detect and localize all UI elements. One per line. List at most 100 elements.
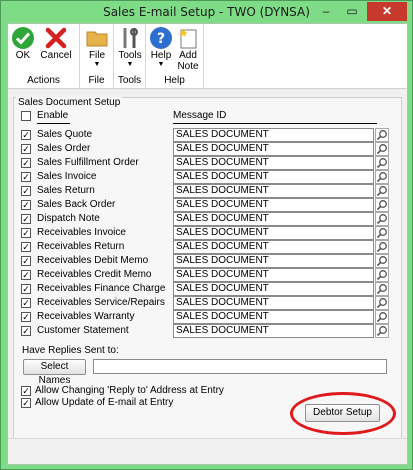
row-enable-checkbox[interactable]: ✓ <box>21 228 31 238</box>
row-lookup-button[interactable] <box>375 212 389 226</box>
magnifier-icon <box>376 200 387 211</box>
tools-menu-button[interactable]: Tools ▼ <box>116 26 144 68</box>
select-names-button[interactable]: Select Names <box>23 359 86 386</box>
row-enable-checkbox[interactable]: ✓ <box>21 158 31 168</box>
row-lookup-button[interactable] <box>375 198 389 212</box>
row-message-id-field[interactable]: SALES DOCUMENT <box>173 254 374 268</box>
help-dropdown-icon: ▼ <box>157 61 165 68</box>
row-message-id-field[interactable]: SALES DOCUMENT <box>173 156 374 170</box>
row-enable-checkbox[interactable]: ✓ <box>21 256 31 266</box>
tools-icon <box>123 28 138 48</box>
row-message-id-field[interactable]: SALES DOCUMENT <box>173 268 374 282</box>
row-lookup-button[interactable] <box>375 296 389 310</box>
minimize-button[interactable]: – <box>313 1 339 21</box>
help-group-label: Help <box>164 75 185 86</box>
magnifier-icon <box>376 228 387 239</box>
row-label: Sales Order <box>37 143 91 154</box>
cancel-button[interactable]: Cancel <box>38 26 74 61</box>
row-lookup-button[interactable] <box>375 254 389 268</box>
enable-header-underline <box>37 123 70 124</box>
row-lookup-button[interactable] <box>375 240 389 254</box>
row-enable-checkbox[interactable]: ✓ <box>21 312 31 322</box>
maximize-button[interactable]: ▭ <box>339 1 365 21</box>
row-label: Receivables Debit Memo <box>37 255 149 266</box>
close-window-button[interactable]: ✕ <box>367 2 407 21</box>
row-message-id-field[interactable]: SALES DOCUMENT <box>173 296 374 310</box>
enable-all-checkbox[interactable] <box>21 111 31 121</box>
sales-email-setup-window: Sales E-mail Setup - TWO (DYNSA) – ▭ ✕ O… <box>0 0 413 470</box>
magnifier-icon <box>376 130 387 141</box>
row-lookup-button[interactable] <box>375 184 389 198</box>
row-label: Receivables Return <box>37 241 125 252</box>
magnifier-icon <box>376 214 387 225</box>
add-note-icon <box>178 28 197 49</box>
ribbon-group-file: File ▼ File <box>80 24 114 88</box>
row-lookup-button[interactable] <box>375 268 389 282</box>
ok-check-icon <box>12 27 34 49</box>
row-enable-checkbox[interactable]: ✓ <box>21 214 31 224</box>
row-message-id-field[interactable]: SALES DOCUMENT <box>173 324 374 338</box>
row-label: Sales Fulfillment Order <box>37 157 139 168</box>
file-group-label: File <box>88 75 105 86</box>
row-lookup-button[interactable] <box>375 170 389 184</box>
row-enable-checkbox[interactable]: ✓ <box>21 270 31 280</box>
row-enable-checkbox[interactable]: ✓ <box>21 326 31 336</box>
ribbon-toolbar: OK Cancel Actions File ▼ File Tools ▼ To… <box>8 24 407 89</box>
row-message-id-field[interactable]: SALES DOCUMENT <box>173 198 374 212</box>
message-id-header: Message ID <box>173 110 227 121</box>
magnifier-icon <box>376 186 387 197</box>
row-message-id-field[interactable]: SALES DOCUMENT <box>173 282 374 296</box>
row-message-id-field[interactable]: SALES DOCUMENT <box>173 310 374 324</box>
row-message-id-field[interactable]: SALES DOCUMENT <box>173 128 374 142</box>
row-message-id-field[interactable]: SALES DOCUMENT <box>173 226 374 240</box>
actions-group-label: Actions <box>27 75 60 86</box>
row-message-id-field[interactable]: SALES DOCUMENT <box>173 240 374 254</box>
tools-group-label: Tools <box>117 75 142 86</box>
row-lookup-button[interactable] <box>375 226 389 240</box>
row-enable-checkbox[interactable]: ✓ <box>21 298 31 308</box>
ribbon-group-actions: OK Cancel Actions <box>8 24 80 88</box>
row-enable-checkbox[interactable]: ✓ <box>21 200 31 210</box>
replies-to-field[interactable] <box>93 359 387 374</box>
row-lookup-button[interactable] <box>375 156 389 170</box>
row-enable-checkbox[interactable]: ✓ <box>21 130 31 140</box>
ribbon-group-tools: Tools ▼ Tools <box>114 24 146 88</box>
magnifier-icon <box>376 144 387 155</box>
row-message-id-field[interactable]: SALES DOCUMENT <box>173 212 374 226</box>
row-enable-checkbox[interactable]: ✓ <box>21 284 31 294</box>
row-enable-checkbox[interactable]: ✓ <box>21 172 31 182</box>
row-lookup-button[interactable] <box>375 128 389 142</box>
magnifier-icon <box>376 158 387 169</box>
magnifier-icon <box>376 284 387 295</box>
file-menu-button[interactable]: File ▼ <box>82 26 112 68</box>
magnifier-icon <box>376 326 387 337</box>
enable-header: Enable <box>37 110 69 121</box>
row-message-id-field[interactable]: SALES DOCUMENT <box>173 184 374 198</box>
row-label: Dispatch Note <box>37 213 100 224</box>
allow-reply-checkbox[interactable]: ✓ <box>21 386 31 396</box>
cancel-x-icon <box>45 27 67 49</box>
add-note-button[interactable]: Add Note <box>175 26 201 72</box>
help-menu-button[interactable]: ? Help ▼ <box>148 26 174 68</box>
row-enable-checkbox[interactable]: ✓ <box>21 144 31 154</box>
add-note-label-2: Note <box>177 61 199 72</box>
row-label: Receivables Invoice <box>37 227 126 238</box>
magnifier-icon <box>376 298 387 309</box>
row-lookup-button[interactable] <box>375 282 389 296</box>
ok-button[interactable]: OK <box>10 26 36 61</box>
tools-dropdown-icon: ▼ <box>126 61 134 68</box>
row-enable-checkbox[interactable]: ✓ <box>21 242 31 252</box>
row-message-id-field[interactable]: SALES DOCUMENT <box>173 170 374 184</box>
row-message-id-field[interactable]: SALES DOCUMENT <box>173 142 374 156</box>
row-label: Receivables Warranty <box>37 311 135 322</box>
allow-update-label: Allow Update of E-mail at Entry <box>35 397 174 408</box>
row-lookup-button[interactable] <box>375 324 389 338</box>
tools-label: Tools <box>118 50 142 61</box>
magnifier-icon <box>376 312 387 323</box>
row-label: Customer Statement <box>37 325 129 336</box>
row-lookup-button[interactable] <box>375 310 389 324</box>
row-lookup-button[interactable] <box>375 142 389 156</box>
row-enable-checkbox[interactable]: ✓ <box>21 186 31 196</box>
allow-update-checkbox[interactable]: ✓ <box>21 398 31 408</box>
svg-text:?: ? <box>157 31 165 47</box>
